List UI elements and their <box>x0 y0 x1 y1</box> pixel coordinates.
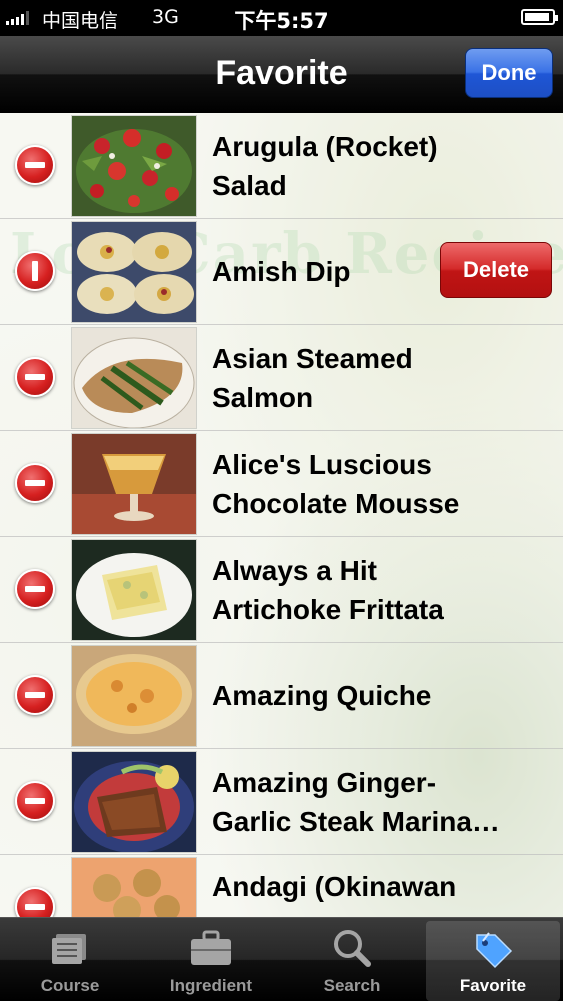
recipe-title-line-1: Alice's Luscious <box>212 448 432 480</box>
recipe-title[interactable]: Arugula (Rocket) Salad <box>212 113 552 218</box>
done-button[interactable]: Done <box>465 48 553 98</box>
delete-toggle-icon[interactable] <box>15 357 55 397</box>
recipe-title-line-1: Asian Steamed <box>212 342 413 374</box>
delete-toggle-icon[interactable] <box>15 781 55 821</box>
tab-label: Course <box>40 976 100 995</box>
delete-toggle-icon[interactable] <box>15 251 55 291</box>
recipe-title-line-1: Amazing Quiche <box>212 680 432 711</box>
recipe-title-line-1: Arugula (Rocket) <box>212 130 438 162</box>
favorites-list[interactable]: Low-Carb Recipes Arugula (Rocket)Salad <box>0 113 563 917</box>
recipe-title[interactable]: Amazing Ginger- Garlic Steak Marina… <box>212 749 552 854</box>
recipe-title-line-2: Salad <box>212 169 287 201</box>
recipe-title-line-1: Amish Dip <box>212 256 351 287</box>
tab-search[interactable]: Search <box>282 918 422 1001</box>
search-icon <box>334 930 371 967</box>
recipe-title[interactable]: Amazing Quiche <box>212 643 552 748</box>
recipe-title[interactable]: Andagi (Okinawan <box>212 855 552 917</box>
delete-toggle-icon[interactable] <box>15 145 55 185</box>
delete-toggle-icon[interactable] <box>15 569 55 609</box>
salad-photo <box>71 115 197 217</box>
course-icon <box>52 934 86 964</box>
steak-photo <box>71 751 197 853</box>
recipe-title[interactable]: Always a Hit Artichoke Frittata <box>212 537 552 642</box>
navigation-bar: Favorite Done <box>0 36 563 113</box>
list-item[interactable]: Asian Steamed Salmon <box>0 325 563 431</box>
tab-label: Search <box>323 976 381 995</box>
recipe-title[interactable]: Alice's Luscious Chocolate Mousse <box>212 431 552 536</box>
delete-toggle-icon[interactable] <box>15 887 55 917</box>
mousse-photo <box>71 433 197 535</box>
recipe-title-line-1: Andagi (Okinawan <box>212 871 457 902</box>
list-item[interactable]: Alice's Luscious Chocolate Mousse <box>0 431 563 537</box>
list-item[interactable]: Always a Hit Artichoke Frittata <box>0 537 563 643</box>
battery-icon <box>521 9 558 25</box>
quiche-photo <box>71 645 197 747</box>
tab-ingredient[interactable]: Ingredient <box>141 918 281 1001</box>
stuffed-eggs-photo <box>71 221 197 323</box>
recipe-title[interactable]: Asian Steamed Salmon <box>212 325 552 430</box>
tab-label: Favorite <box>459 976 527 995</box>
tag-icon <box>476 932 513 969</box>
list-item[interactable]: Amazing Ginger- Garlic Steak Marina… <box>0 749 563 855</box>
tab-bar: Course Ingredient Search Favorite <box>0 917 563 1001</box>
briefcase-icon <box>191 930 231 965</box>
list-item[interactable]: Andagi (Okinawan <box>0 855 563 917</box>
list-item[interactable]: Amazing Quiche <box>0 643 563 749</box>
status-time: 下午5:57 <box>234 9 329 33</box>
delete-toggle-icon[interactable] <box>15 675 55 715</box>
recipe-title-line-2: Artichoke Frittata <box>212 593 444 625</box>
tab-favorite[interactable]: Favorite <box>426 921 560 1001</box>
status-bar: 中国电信 3G 下午5:57 <box>0 0 563 36</box>
list-item[interactable]: Arugula (Rocket) Salad <box>0 113 563 219</box>
tab-label: Ingredient <box>169 976 253 995</box>
delete-toggle-icon[interactable] <box>15 463 55 503</box>
recipe-title-line-1: Amazing Ginger- <box>212 766 437 798</box>
recipe-title-line-2: Chocolate Mousse <box>212 487 460 519</box>
tab-course[interactable]: Course <box>0 918 140 1001</box>
andagi-photo <box>71 857 197 917</box>
recipe-title-line-1: Always a Hit <box>212 554 377 586</box>
frittata-photo <box>71 539 197 641</box>
delete-button[interactable]: Delete <box>440 242 552 298</box>
recipe-title-line-2: Garlic Steak Marina… <box>212 805 500 837</box>
salmon-photo <box>71 327 197 429</box>
list-item[interactable]: Amish Dip Delete <box>0 219 563 325</box>
recipe-title-line-2: Salmon <box>212 381 314 413</box>
